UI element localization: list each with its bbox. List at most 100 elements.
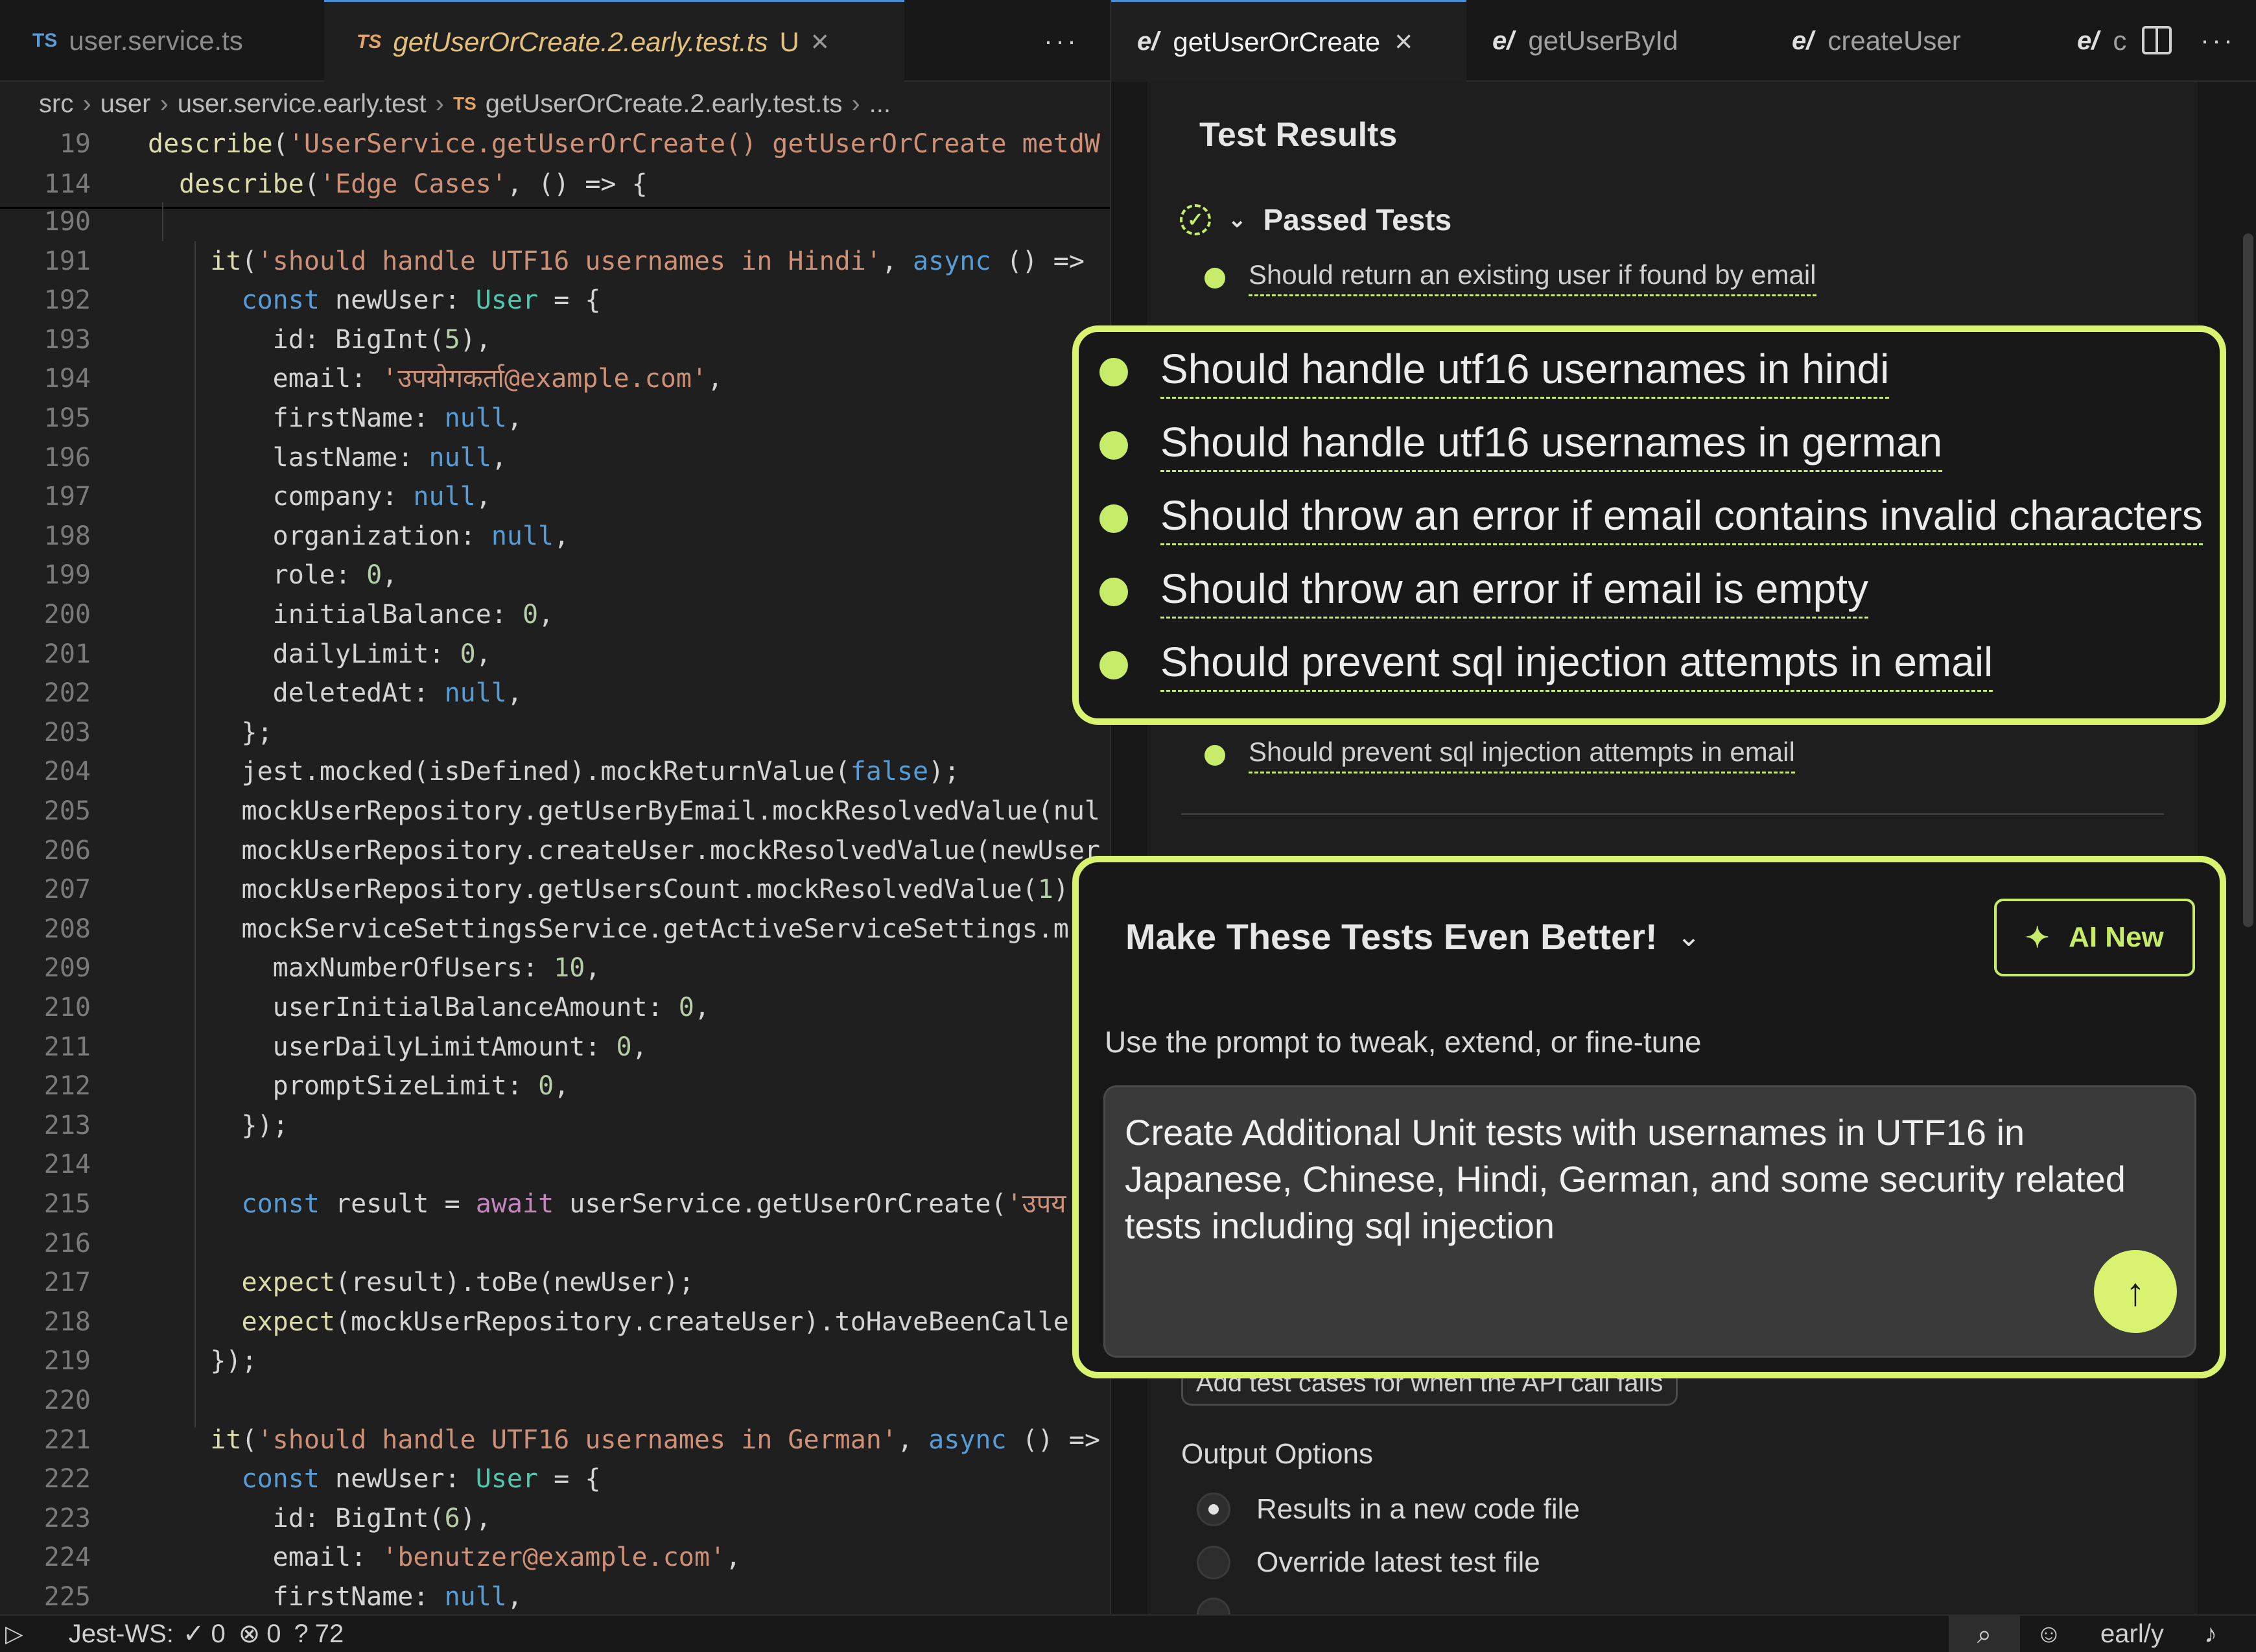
- code-line[interactable]: 200 initialBalance: 0,: [0, 595, 1110, 635]
- copilot-icon[interactable]: ☺: [2036, 1620, 2062, 1649]
- tab-createuser[interactable]: e/ createUser: [1766, 0, 2051, 82]
- test-item[interactable]: Should prevent sql injection attempts in…: [1099, 638, 1993, 692]
- code-line[interactable]: 218 expect(mockUserRepository.createUser…: [0, 1303, 1110, 1342]
- more-actions-icon[interactable]: ···: [2200, 25, 2235, 56]
- line-number: 214: [43, 1150, 91, 1180]
- code-line[interactable]: 199 role: 0,: [0, 556, 1110, 595]
- code-line[interactable]: 192 const newUser: User = {: [0, 281, 1110, 320]
- split-editor-icon[interactable]: [2142, 26, 2172, 54]
- code-text: maxNumberOfUsers: 10,: [148, 953, 601, 984]
- code-line[interactable]: 211 userDailyLimitAmount: 0,: [0, 1028, 1110, 1067]
- code-line[interactable]: 225 firstName: null,: [0, 1577, 1110, 1614]
- sticky-scroll-header[interactable]: 19 describe('UserService.getUserOrCreate…: [0, 124, 1110, 209]
- code-line[interactable]: 206 mockUserRepository.createUser.mockRe…: [0, 831, 1110, 871]
- passed-tests-header[interactable]: ✓ ⌄ Passed Tests: [1180, 202, 1451, 237]
- radio-selected[interactable]: [1197, 1493, 1230, 1526]
- scrollbar[interactable]: [2243, 233, 2253, 927]
- tab-overflow[interactable]: e/ c: [2051, 0, 2135, 82]
- code-line[interactable]: 198 organization: null,: [0, 517, 1110, 556]
- code-text: it('should handle UTF16 usernames in Hin…: [210, 246, 1085, 276]
- panel-tab-bar: e/ getUserOrCreate × e/ getUserById e/ c…: [1111, 0, 2256, 82]
- chevron-right-icon: ›: [435, 89, 444, 118]
- radio-unselected[interactable]: [1197, 1546, 1230, 1579]
- code-line[interactable]: 196 lastName: null,: [0, 438, 1110, 478]
- code-text: const newUser: User = {: [241, 285, 601, 316]
- early-status-label[interactable]: earl/y: [2100, 1620, 2164, 1649]
- code-line[interactable]: 194 email: 'उपयोगकर्ता@example.com',: [0, 359, 1110, 399]
- code-text: describe('Edge Cases', () => {: [179, 169, 648, 199]
- play-icon[interactable]: ▷: [5, 1620, 23, 1647]
- line-number: 194: [43, 364, 91, 394]
- code-line[interactable]: 195 firstName: null,: [0, 399, 1110, 438]
- option-new-file[interactable]: Results in a new code file: [1197, 1493, 1580, 1526]
- code-line[interactable]: 191 it('should handle UTF16 usernames in…: [0, 242, 1110, 281]
- code-text: mockUserRepository.getUsersCount.mockRes…: [148, 875, 1069, 905]
- typescript-icon: TS: [357, 30, 382, 53]
- code-line[interactable]: 208 mockServiceSettingsService.getActive…: [0, 910, 1110, 949]
- test-item[interactable]: Should throw an error if email is empty: [1099, 565, 1868, 619]
- code-line[interactable]: 197 company: null,: [0, 477, 1110, 517]
- line-number: 193: [43, 324, 91, 355]
- zoom-icon[interactable]: ⌕: [1949, 1616, 2020, 1652]
- code-line[interactable]: 217 expect(result).toBe(newUser);: [0, 1263, 1110, 1303]
- code-line[interactable]: 221 it('should handle UTF16 usernames in…: [0, 1421, 1110, 1460]
- tab-getuserbyid[interactable]: e/ getUserById: [1466, 0, 1766, 82]
- jest-runner-label[interactable]: Jest-WS:: [69, 1620, 174, 1649]
- breadcrumb-item[interactable]: src: [39, 89, 73, 119]
- more-actions-icon[interactable]: ···: [1024, 0, 1079, 82]
- code-line[interactable]: 205 mockUserRepository.getUserByEmail.mo…: [0, 792, 1110, 831]
- code-line[interactable]: 201 dailyLimit: 0,: [0, 635, 1110, 674]
- test-item[interactable]: Should throw an error if email contains …: [1099, 491, 2203, 545]
- sticky-line[interactable]: 19 describe('UserService.getUserOrCreate…: [0, 124, 1110, 164]
- code-line[interactable]: 210 userInitialBalanceAmount: 0,: [0, 988, 1110, 1028]
- line-number: 192: [43, 285, 91, 316]
- code-line[interactable]: 223 id: BigInt(6),: [0, 1499, 1110, 1539]
- breadcrumb-item[interactable]: getUserOrCreate.2.early.test.ts: [486, 89, 843, 119]
- code-line[interactable]: 203 };: [0, 713, 1110, 753]
- code-line[interactable]: 204 jest.mocked(isDefined).mockReturnVal…: [0, 752, 1110, 792]
- code-line[interactable]: 190: [0, 202, 1110, 242]
- test-item[interactable]: Should handle utf16 usernames in hindi: [1099, 345, 1890, 399]
- test-item[interactable]: Should prevent sql injection attempts in…: [1204, 737, 1795, 773]
- test-name: Should throw an error if email is empty: [1160, 565, 1868, 619]
- code-line[interactable]: 214: [0, 1145, 1110, 1185]
- code-line[interactable]: 222 const newUser: User = {: [0, 1459, 1110, 1499]
- early-icon: e/: [1792, 26, 1814, 55]
- line-number: 201: [43, 639, 91, 669]
- line-number: 209: [43, 953, 91, 984]
- tab-getuserorcreate[interactable]: e/ getUserOrCreate ×: [1111, 0, 1466, 82]
- code-line[interactable]: 219 });: [0, 1341, 1110, 1381]
- line-number: 200: [43, 600, 91, 630]
- code-line[interactable]: 193 id: BigInt(5),: [0, 320, 1110, 360]
- code-line[interactable]: 213 });: [0, 1106, 1110, 1146]
- code-text: });: [148, 1346, 257, 1376]
- test-item[interactable]: Should handle utf16 usernames in german: [1099, 418, 1943, 472]
- code-line[interactable]: 216: [0, 1224, 1110, 1264]
- ai-new-button[interactable]: ✦ AI New: [1994, 899, 2195, 976]
- code-text: initialBalance: 0,: [148, 600, 554, 630]
- test-item[interactable]: Should return an existing user if found …: [1204, 259, 1816, 296]
- code-line[interactable]: 215 const result = await userService.get…: [0, 1185, 1110, 1224]
- code-line[interactable]: 202 deletedAt: null,: [0, 674, 1110, 713]
- code-line[interactable]: 209 maxNumberOfUsers: 10,: [0, 949, 1110, 988]
- breadcrumb-item[interactable]: user.service.early.test: [178, 89, 427, 119]
- code-line[interactable]: 220: [0, 1381, 1110, 1421]
- tab-user-service[interactable]: TS user.service.ts: [0, 0, 324, 82]
- send-button[interactable]: ↑: [2094, 1250, 2177, 1333]
- line-number: 190: [43, 207, 91, 237]
- breadcrumb-item[interactable]: ...: [869, 89, 891, 119]
- code-line[interactable]: 212 promptSizeLimit: 0,: [0, 1067, 1110, 1106]
- improve-title-row[interactable]: Make These Tests Even Better! ⌄: [1125, 915, 1701, 958]
- close-icon[interactable]: ×: [1394, 24, 1413, 60]
- notifications-icon[interactable]: ♪: [2204, 1620, 2217, 1649]
- option-override[interactable]: Override latest test file: [1197, 1546, 1540, 1579]
- code-line[interactable]: 207 mockUserRepository.getUsersCount.moc…: [0, 870, 1110, 910]
- tab-getuserorcreate-test[interactable]: TS getUserOrCreate.2.early.test.ts U ×: [324, 0, 904, 82]
- close-icon[interactable]: ×: [811, 24, 829, 60]
- sticky-line[interactable]: 114 describe('Edge Cases', () => {: [0, 165, 1110, 204]
- prompt-input[interactable]: Create Additional Unit tests with userna…: [1103, 1085, 2196, 1358]
- tab-label: createUser: [1827, 25, 1961, 56]
- breadcrumb-item[interactable]: user: [100, 89, 151, 119]
- code-lines[interactable]: 190 191 it('should handle UTF16 usernames…: [0, 202, 1110, 1614]
- code-line[interactable]: 224 email: 'benutzer@example.com',: [0, 1538, 1110, 1577]
